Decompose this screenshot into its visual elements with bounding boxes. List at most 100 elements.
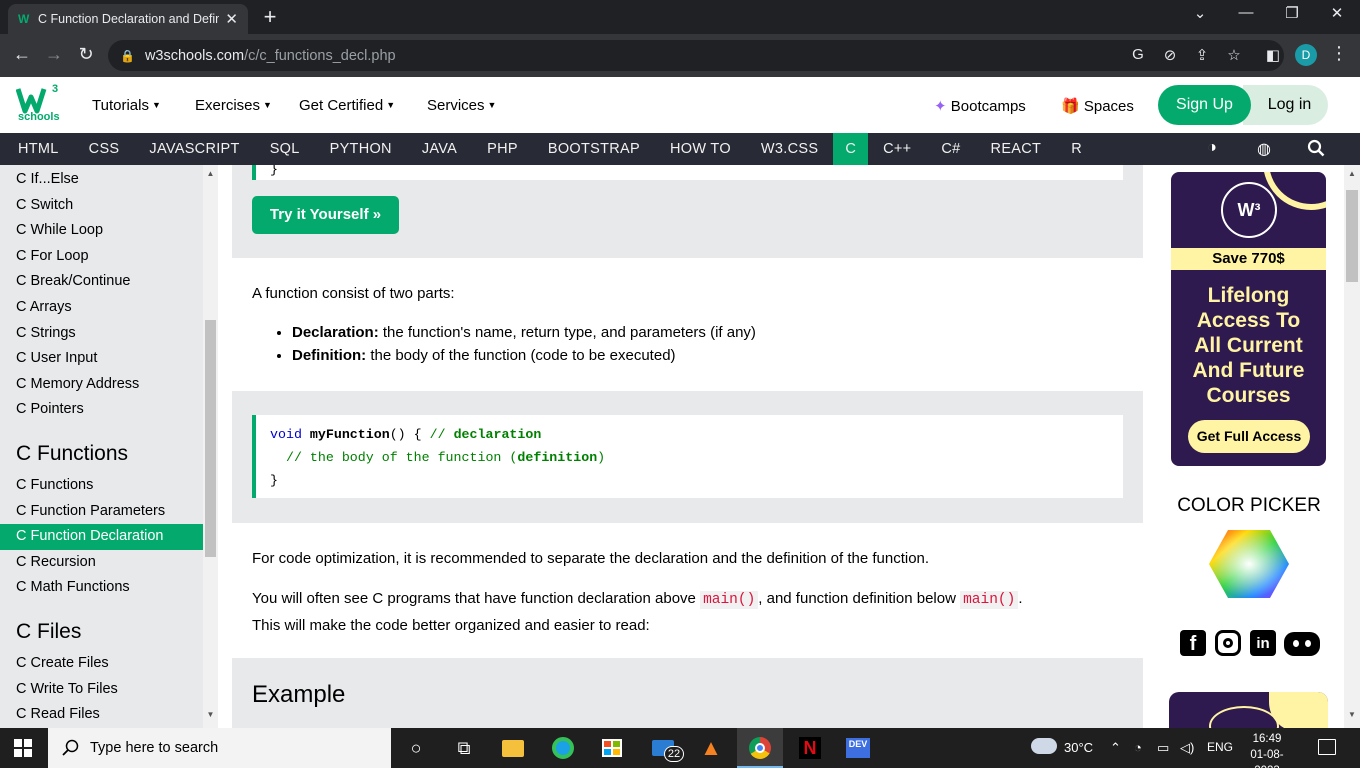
sidebar-item-break-continue[interactable]: C Break/Continue — [0, 269, 203, 295]
w3schools-logo[interactable]: 3 schools — [15, 83, 60, 127]
sidebar-item-while-loop[interactable]: C While Loop — [0, 218, 203, 244]
store-icon[interactable] — [599, 736, 625, 760]
sidebar-item-create-files[interactable]: C Create Files — [0, 651, 203, 677]
show-hidden-icons-icon[interactable]: ⌃ — [1110, 740, 1121, 756]
globe-icon[interactable]: ◍ — [1254, 139, 1274, 159]
forward-icon[interactable]: → — [42, 44, 66, 65]
sidebar-item-memory-address[interactable]: C Memory Address — [0, 372, 203, 398]
back-icon[interactable]: ← — [10, 44, 34, 65]
sidebar-item-switch[interactable]: C Switch — [0, 193, 203, 219]
scroll-down-arrow-icon[interactable]: ▼ — [1344, 710, 1360, 719]
sidebar-item-for-loop[interactable]: C For Loop — [0, 244, 203, 270]
sidebar-item-math-functions[interactable]: C Math Functions — [0, 575, 203, 601]
topic-w3css[interactable]: W3.CSS — [746, 133, 833, 165]
ad-line: And Future — [1192, 359, 1305, 382]
sidebar-item-function-parameters[interactable]: C Function Parameters — [0, 499, 203, 525]
bookmark-star-icon[interactable]: ☆ — [1224, 46, 1244, 64]
share-icon[interactable]: ⇪ — [1192, 46, 1212, 64]
scroll-down-arrow-icon[interactable]: ▼ — [203, 710, 218, 719]
scroll-up-arrow-icon[interactable]: ▲ — [1344, 169, 1360, 178]
search-icon[interactable] — [1306, 139, 1326, 162]
topic-sql[interactable]: SQL — [255, 133, 315, 165]
topic-csharp[interactable]: C# — [926, 133, 975, 165]
sidebar-item-arrays[interactable]: C Arrays — [0, 295, 203, 321]
volume-icon[interactable]: ◁) — [1180, 740, 1194, 756]
netflix-icon[interactable]: N — [797, 736, 823, 760]
topic-css[interactable]: CSS — [74, 133, 135, 165]
edge-icon[interactable] — [550, 736, 576, 760]
nav-bootcamps[interactable]: ✦ Bootcamps — [934, 97, 1026, 115]
page-scroll-thumb[interactable] — [1346, 190, 1358, 282]
sidebar-scroll-thumb[interactable] — [205, 320, 216, 557]
file-explorer-icon[interactable] — [500, 736, 526, 760]
network-icon[interactable]: ◔ — [1134, 740, 1142, 755]
topic-c[interactable]: C — [833, 133, 869, 165]
cortana-icon[interactable]: ○ — [403, 736, 429, 760]
weather-temp[interactable]: 30°C — [1064, 740, 1093, 755]
nav-exercises[interactable]: Exercises ▼ — [195, 97, 272, 114]
task-view-icon[interactable]: ⧉ — [451, 736, 477, 760]
sidebar-item-recursion[interactable]: C Recursion — [0, 550, 203, 576]
nav-services[interactable]: Services ▼ — [427, 97, 496, 114]
topic-bootstrap[interactable]: BOOTSTRAP — [533, 133, 655, 165]
topic-html[interactable]: HTML — [0, 133, 74, 165]
topic-react[interactable]: REACT — [976, 133, 1057, 165]
login-button[interactable]: Log in — [1243, 85, 1328, 125]
language-indicator[interactable]: ENG — [1207, 740, 1233, 754]
weather-cloud-icon[interactable] — [1031, 738, 1057, 754]
sidebar-item-read-files[interactable]: C Read Files — [0, 702, 203, 728]
minimize-icon[interactable]: — — [1234, 4, 1258, 21]
battery-icon[interactable]: ▭ — [1157, 740, 1169, 756]
nav-spaces[interactable]: 🎁 Spaces — [1061, 97, 1134, 115]
try-it-yourself-button[interactable]: Try it Yourself » — [252, 196, 399, 234]
code-line-2: // the body of the function (definition) — [270, 446, 1109, 469]
topic-r[interactable]: R — [1056, 133, 1097, 165]
topic-php[interactable]: PHP — [472, 133, 533, 165]
nav-get-certified[interactable]: Get Certified ▼ — [299, 97, 395, 114]
notifications-icon[interactable] — [1318, 739, 1336, 755]
reload-icon[interactable]: ↻ — [74, 44, 98, 65]
sidebar-item-strings[interactable]: C Strings — [0, 321, 203, 347]
browser-tab[interactable]: W C Function Declaration and Defin ✕ — [8, 4, 248, 34]
sidebar-item-function-declaration[interactable]: C Function Declaration — [0, 524, 203, 550]
vlc-icon[interactable]: ▲ — [698, 736, 724, 760]
sidebar-item-write-to-files[interactable]: C Write To Files — [0, 677, 203, 703]
sidebar-item-functions[interactable]: C Functions — [0, 473, 203, 499]
new-tab-button[interactable]: + — [258, 4, 282, 30]
color-picker-hexagon-icon[interactable] — [1208, 529, 1290, 604]
sidebar-item-if-else[interactable]: C If...Else — [0, 167, 203, 193]
discord-icon[interactable] — [1284, 632, 1320, 656]
close-tab-icon[interactable]: ✕ — [225, 10, 238, 28]
topic-java[interactable]: JAVA — [407, 133, 472, 165]
taskbar-search[interactable]: Type here to search — [48, 728, 391, 768]
browser-menu-icon[interactable]: ⋮ — [1330, 43, 1348, 64]
signup-button[interactable]: Sign Up — [1158, 85, 1251, 125]
windows-start-icon[interactable] — [14, 739, 32, 762]
linkedin-icon[interactable]: in — [1250, 630, 1276, 656]
get-full-access-button[interactable]: Get Full Access — [1188, 420, 1310, 453]
sidebar-item-pointers[interactable]: C Pointers — [0, 397, 203, 423]
profile-avatar[interactable]: D — [1295, 44, 1317, 66]
color-picker-title[interactable]: COLOR PICKER — [1169, 495, 1329, 517]
instagram-icon[interactable] — [1215, 630, 1241, 656]
side-panel-icon[interactable]: ◧ — [1263, 46, 1283, 64]
chrome-taskbar-button[interactable] — [737, 728, 783, 768]
address-bar[interactable]: 🔒 w3schools.com/c/c_functions_decl.php — [108, 40, 1284, 71]
google-icon[interactable]: G — [1128, 46, 1148, 63]
topic-python[interactable]: PYTHON — [315, 133, 407, 165]
scroll-up-arrow-icon[interactable]: ▲ — [203, 169, 218, 178]
topic-cpp[interactable]: C++ — [868, 133, 926, 165]
restore-icon[interactable]: ❐ — [1280, 4, 1304, 22]
sidebar-item-user-input[interactable]: C User Input — [0, 346, 203, 372]
nav-tutorials[interactable]: Tutorials ▼ — [92, 97, 161, 114]
topic-how-to[interactable]: HOW TO — [655, 133, 746, 165]
close-window-icon[interactable]: ✕ — [1325, 4, 1349, 22]
taskbar-clock[interactable]: 16:49 01-08-2023 — [1240, 731, 1294, 768]
advertisement-banner-2[interactable] — [1169, 692, 1328, 728]
tab-search-chevron-icon[interactable]: ⌄ — [1188, 4, 1212, 22]
topic-javascript[interactable]: JAVASCRIPT — [134, 133, 254, 165]
dev-icon[interactable]: DEV — [845, 736, 871, 760]
dark-mode-icon[interactable]: ◑ — [1202, 139, 1222, 157]
eye-off-icon[interactable]: ⊘ — [1160, 46, 1180, 64]
facebook-icon[interactable]: f — [1180, 630, 1206, 656]
